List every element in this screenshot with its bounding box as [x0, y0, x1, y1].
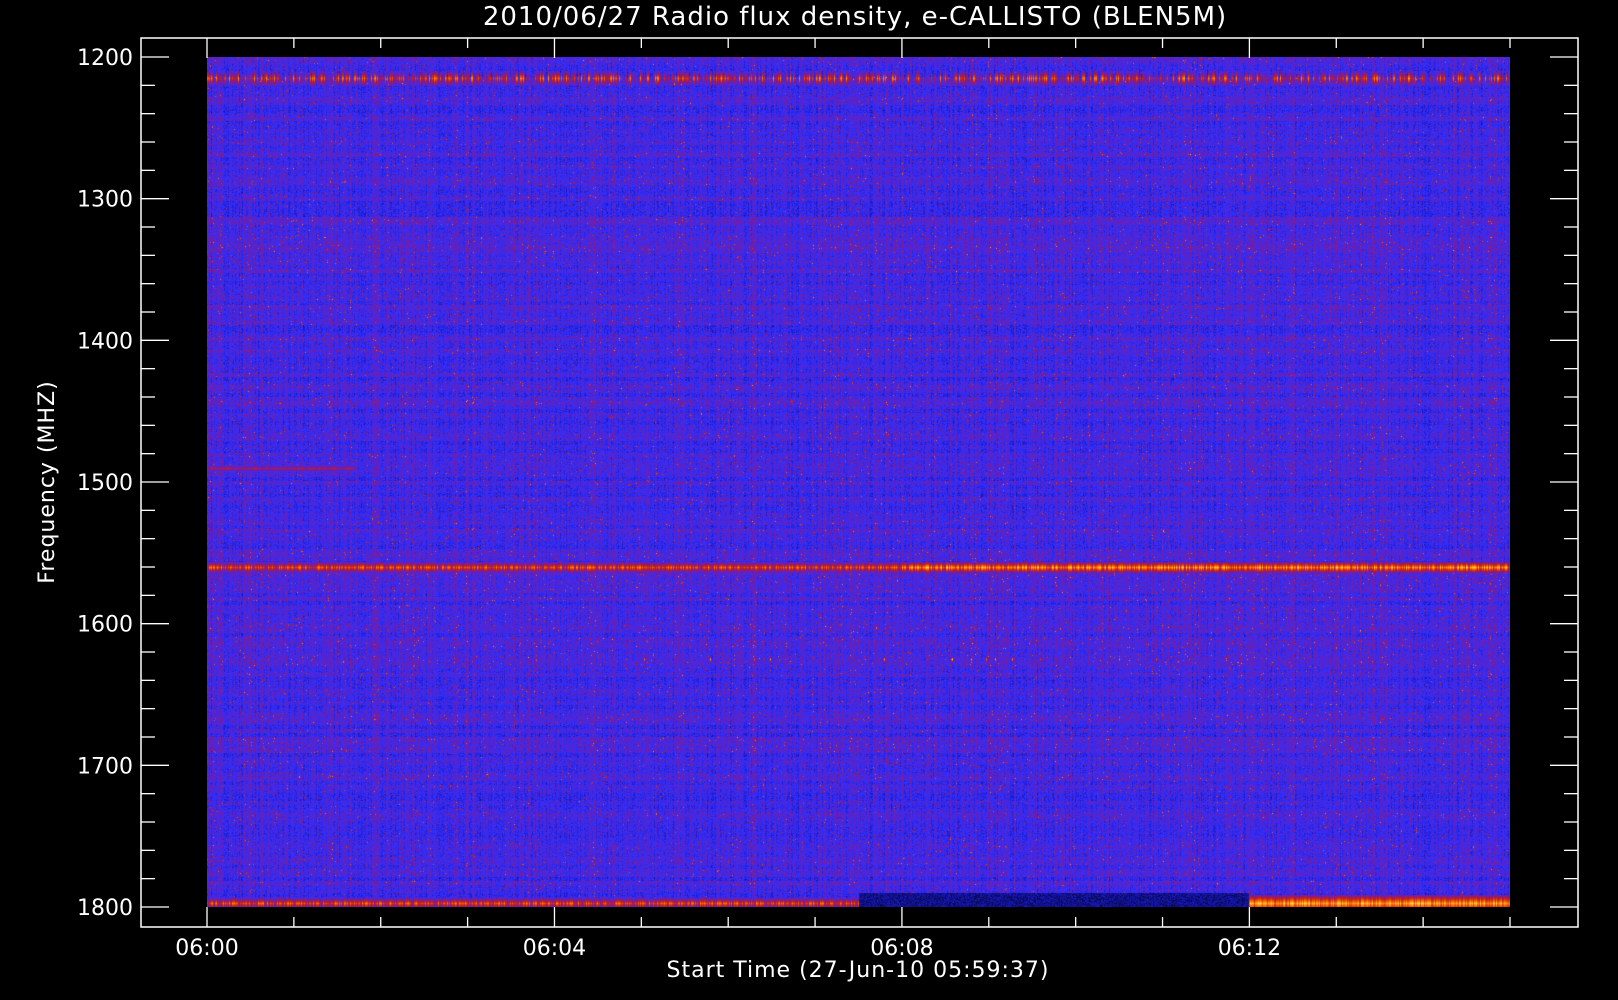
- x-tick-label: 06:04: [523, 936, 586, 961]
- spectrogram-figure: 2010/06/27 Radio flux density, e-CALLIST…: [0, 0, 1618, 1000]
- y-tick-label: 1600: [77, 613, 133, 638]
- x-tick-label: 06:00: [175, 936, 238, 961]
- x-tick-label: 06:12: [1218, 936, 1281, 961]
- chart-title: 2010/06/27 Radio flux density, e-CALLIST…: [483, 2, 1227, 32]
- y-tick-label: 1400: [77, 329, 133, 354]
- spectrogram-heatmap: [207, 57, 1510, 907]
- y-tick-label: 1500: [77, 471, 133, 496]
- y-tick-label: 1200: [77, 46, 133, 71]
- y-tick-label: 1300: [77, 188, 133, 213]
- y-tick-label: 1700: [77, 754, 133, 779]
- y-tick-label: 1800: [77, 896, 133, 921]
- x-axis-label: Start Time (27-Jun-10 05:59:37): [667, 958, 1050, 983]
- y-axis-label: Frequency (MHZ): [35, 380, 60, 583]
- spectrogram-plot-area: [207, 57, 1510, 907]
